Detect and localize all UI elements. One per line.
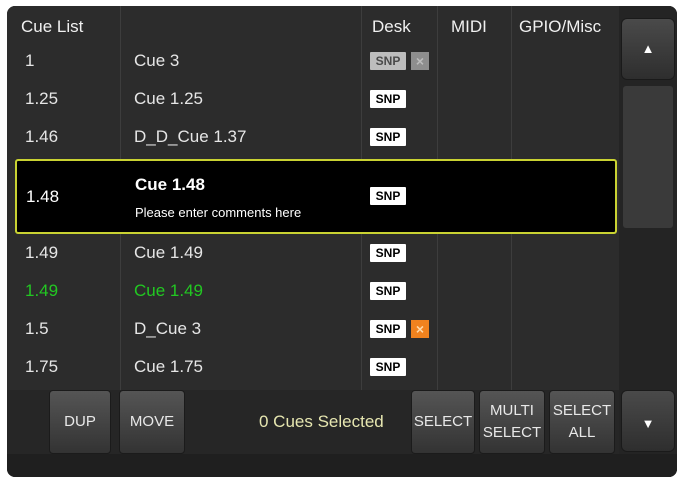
cue-name: Cue 1.25 <box>134 89 203 108</box>
selected-count-label: 0 Cues Selected <box>259 412 384 431</box>
cue-number: 1 <box>25 51 35 70</box>
scroll-thumb[interactable] <box>623 86 673 228</box>
snp-badge[interactable]: SNP <box>370 320 406 338</box>
cue-number: 1.46 <box>25 127 59 146</box>
cue-number: 1.49 <box>25 281 59 300</box>
move-button[interactable]: MOVE <box>119 390 185 454</box>
cue-name: D_Cue 3 <box>134 319 202 338</box>
cue-number: 1.5 <box>25 319 49 338</box>
cue-row[interactable]: 1.5 D_Cue 3 SNP × <box>7 310 619 348</box>
cue-row[interactable]: 1.46 D_D_Cue 1.37 SNP <box>7 118 619 156</box>
snp-badge[interactable]: SNP <box>370 128 406 146</box>
multi-select-button[interactable]: MULTI SELECT <box>479 390 545 454</box>
cue-row[interactable]: 1 Cue 3 SNP × <box>7 42 619 80</box>
cue-row[interactable]: 1.49 Cue 1.49 SNP <box>7 234 619 272</box>
selected-cue-row[interactable]: 1.48 Cue 1.48 Please enter comments here… <box>15 159 617 234</box>
select-all-button[interactable]: SELECT ALL <box>549 390 615 454</box>
arrow-up-icon: ▲ <box>641 41 655 56</box>
snp-badge[interactable]: SNP <box>370 358 406 376</box>
snp-badge[interactable]: SNP <box>370 282 406 300</box>
scroll-up-button[interactable]: ▲ <box>621 18 675 80</box>
cue-name: Cue 1.49 <box>134 243 203 262</box>
cue-number: 1.48 <box>26 187 60 206</box>
cue-row[interactable]: 1.75 Cue 1.75 SNP <box>7 348 619 386</box>
cue-table: Cue List Desk MIDI GPIO/Misc 1 Cue 3 SNP × 1… <box>7 6 619 390</box>
arrow-down-icon: ▼ <box>641 416 655 431</box>
close-icon[interactable]: × <box>411 320 429 338</box>
cue-name: Cue 1.49 <box>134 281 203 300</box>
cue-name: Cue 3 <box>134 51 180 70</box>
close-icon[interactable]: × <box>411 52 429 70</box>
cue-comment[interactable]: Please enter comments here <box>135 205 301 220</box>
snp-badge[interactable]: SNP <box>370 187 406 205</box>
scroll-down-button[interactable]: ▼ <box>621 390 675 452</box>
cue-name: D_D_Cue 1.37 <box>134 127 247 146</box>
cue-name: Cue 1.48 <box>135 175 205 194</box>
cue-name: Cue 1.75 <box>134 357 203 376</box>
cue-row[interactable]: 1.49 Cue 1.49 SNP <box>7 272 619 310</box>
status-bar <box>7 454 677 477</box>
select-button[interactable]: SELECT <box>411 390 475 454</box>
scrollbar[interactable]: ▲ ▼ <box>619 6 677 477</box>
cue-number: 1.49 <box>25 243 59 262</box>
cue-number: 1.25 <box>25 89 59 108</box>
cue-list-panel: Cue List Desk MIDI GPIO/Misc 1 Cue 3 SNP × 1… <box>7 6 677 477</box>
cue-row[interactable]: 1.25 Cue 1.25 SNP <box>7 80 619 118</box>
dup-button[interactable]: DUP <box>49 390 111 454</box>
cue-number: 1.75 <box>25 357 59 376</box>
bottom-toolbar: DUP MOVE 0 Cues Selected SELECT MULTI SE… <box>7 390 619 454</box>
snp-badge[interactable]: SNP <box>370 52 406 70</box>
snp-badge[interactable]: SNP <box>370 244 406 262</box>
snp-badge[interactable]: SNP <box>370 90 406 108</box>
